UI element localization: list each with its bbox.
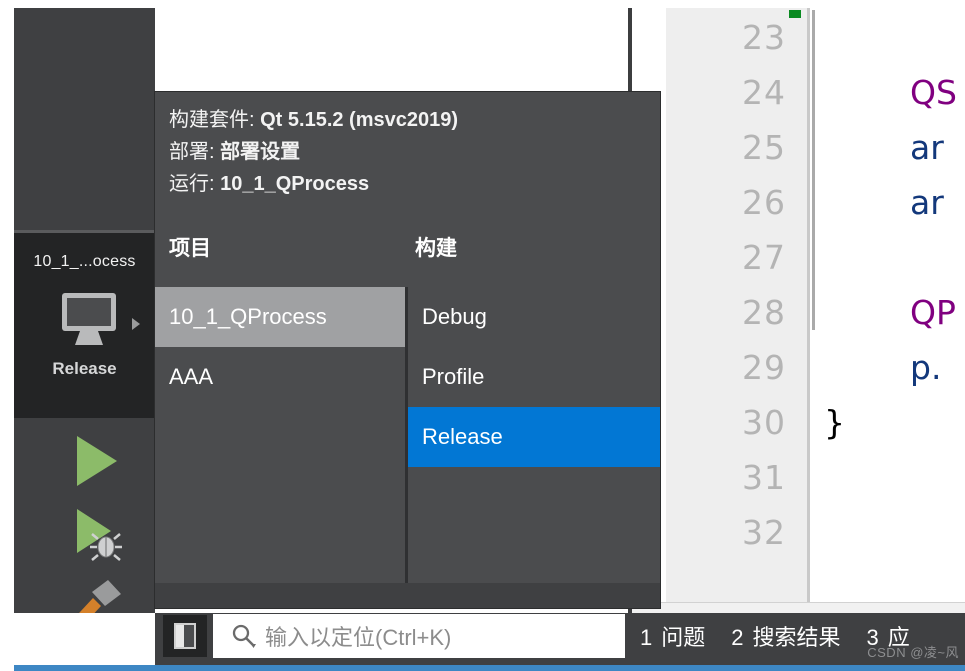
target-selector-popup: 构建套件: Qt 5.15.2 (msvc2019) 部署: 部署设置 运行: … (155, 92, 660, 608)
sidebar-panel-icon (174, 623, 196, 649)
output-tab-label: 搜索结果 (752, 625, 841, 650)
mode-sidebar: 10_1_...ocess Release (14, 8, 155, 663)
line-number: 30 (742, 403, 786, 442)
summary-row-deploy: 部署: 部署设置 (169, 136, 660, 168)
code-line: QP (910, 293, 956, 332)
line-number: 31 (742, 458, 786, 497)
code-line: } (824, 403, 845, 442)
summary-row-run: 运行: 10_1_QProcess (169, 168, 660, 200)
line-number: 24 (742, 73, 786, 112)
chevron-right-icon (132, 318, 140, 330)
toggle-sidebar-button[interactable] (163, 615, 207, 657)
summary-run-value: 10_1_QProcess (220, 173, 370, 195)
kit-config-label: Release (52, 359, 117, 378)
line-number-list: 23 24 25 26 27 28 29 30 31 32 (666, 10, 786, 560)
builds-list[interactable]: Debug Profile Release (408, 287, 660, 583)
output-tab[interactable]: 1 问题 (640, 620, 705, 652)
debug-button[interactable] (59, 503, 129, 565)
line-number: 28 (742, 293, 786, 332)
locator-input[interactable]: 输入以定位(Ctrl+K) (213, 614, 625, 658)
line-number: 25 (742, 128, 786, 167)
watermark-text: CSDN @凌~风 (867, 645, 959, 660)
code-line: QS (910, 73, 957, 112)
search-icon (232, 624, 256, 648)
summary-deploy-label: 部署: (169, 141, 221, 163)
editor-horizontal-scrollbar[interactable] (632, 602, 965, 613)
output-tab-label: 问题 (661, 625, 706, 650)
summary-kit-value: Qt 5.15.2 (msvc2019) (260, 109, 459, 131)
line-number: 23 (742, 18, 786, 57)
projects-column-header: 项目 (169, 237, 211, 260)
project-item[interactable]: 10_1_QProcess (155, 287, 405, 347)
line-number-gutter: 23 24 25 26 27 28 29 30 31 32 (666, 8, 807, 603)
debug-bug-icon (77, 509, 122, 561)
summary-run-label: 运行: (169, 173, 221, 195)
window-left-margin (0, 0, 14, 671)
popup-column-headers: 项目 构建 (155, 232, 660, 277)
kit-project-label: 10_1_...ocess (33, 253, 136, 270)
summary-kit-label: 构建套件: (169, 109, 261, 131)
code-line: ar (910, 128, 944, 167)
kit-selector-button[interactable]: 10_1_...ocess Release (14, 233, 155, 418)
project-item[interactable]: AAA (155, 347, 405, 407)
progress-accent-line (14, 665, 965, 671)
build-item[interactable]: Profile (408, 347, 660, 407)
builds-column-header: 构建 (415, 237, 457, 260)
summary-deploy-value: 部署设置 (220, 141, 301, 163)
popup-footer (155, 583, 660, 608)
vcs-change-marker (789, 10, 801, 18)
projects-list[interactable]: 10_1_QProcess AAA (155, 287, 405, 583)
target-summary: 构建套件: Qt 5.15.2 (msvc2019) 部署: 部署设置 运行: … (155, 92, 660, 224)
code-text-area[interactable]: QS ar ar QP p.} (812, 8, 965, 603)
line-number: 29 (742, 348, 786, 387)
gutter-border (807, 8, 810, 603)
line-number: 32 (742, 513, 786, 552)
bottom-left-filler (0, 613, 155, 665)
desktop-monitor-icon (58, 291, 120, 349)
output-tab[interactable]: 2 搜索结果 (731, 620, 840, 652)
code-line: p. (910, 348, 942, 387)
line-number: 27 (742, 238, 786, 277)
output-tab-number: 1 (640, 625, 653, 650)
locator-placeholder: 输入以定位(Ctrl+K) (265, 625, 452, 650)
build-item[interactable]: Debug (408, 287, 660, 347)
build-item[interactable]: Release (408, 407, 660, 467)
output-tab-number: 2 (731, 625, 744, 650)
code-line: ar (910, 183, 944, 222)
summary-row-kit: 构建套件: Qt 5.15.2 (msvc2019) (169, 104, 660, 136)
play-triangle-icon (77, 436, 117, 486)
code-folding-bar[interactable] (812, 10, 815, 330)
line-number: 26 (742, 183, 786, 222)
run-button[interactable] (59, 430, 129, 492)
qt-creator-window: 23 24 25 26 27 28 29 30 31 32 QS ar ar QP p.} 10_1_..… (0, 0, 965, 671)
